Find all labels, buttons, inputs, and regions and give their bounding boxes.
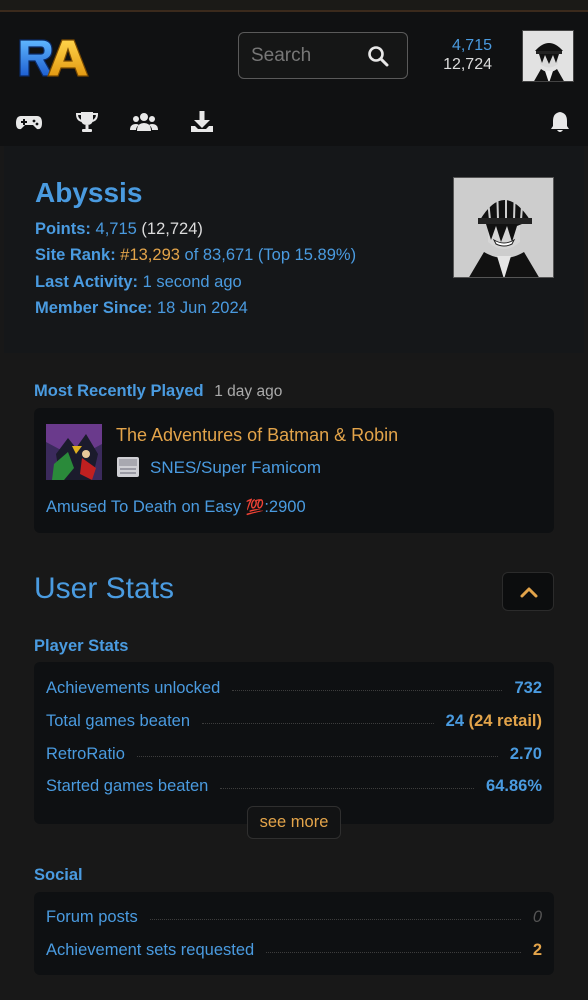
rank-detail: of 83,671 (Top 15.89%) [184, 246, 357, 264]
social-label: Social [34, 866, 83, 884]
stat-value: 64.86% [486, 776, 542, 795]
member-since-value: 18 Jun 2024 [156, 299, 248, 317]
search-icon[interactable] [367, 45, 389, 67]
stat-value: 2.70 [509, 744, 542, 763]
stat-row: Total games beaten 24 (24 retail) [46, 709, 542, 733]
rich-presence-text: Amused To Death on Easy [46, 498, 246, 516]
social-row: Forum posts 0 [46, 905, 542, 929]
users-icon[interactable] [130, 110, 158, 134]
member-since-label: Member Since: [35, 299, 153, 317]
social-stats-card: Forum posts 0 Achievement sets requested… [34, 892, 554, 975]
dotted-leader [149, 918, 521, 920]
activity-value: 1 second ago [142, 273, 242, 291]
stat-value: 24 (24 retail) [446, 712, 542, 731]
points-line: Points: 4,715 (12,724) [35, 220, 203, 239]
dotted-leader [266, 951, 521, 953]
hundred-points-icon: 💯 [245, 499, 265, 516]
site-header: 4,715 12,724 [0, 12, 588, 146]
recently-played-header: Most Recently Played 1 day ago [34, 382, 282, 401]
dotted-leader [136, 755, 498, 757]
rank-label: Site Rank: [35, 246, 116, 264]
recently-played-label: Most Recently Played [34, 382, 204, 400]
stat-value: 0 [532, 907, 542, 926]
user-stats-title: User Stats [34, 572, 175, 605]
dotted-leader [232, 689, 503, 691]
profile-panel: Abyssis Points: 4,715 (12,724) Site Rank… [4, 146, 584, 353]
download-icon[interactable] [188, 110, 216, 134]
stat-label: Achievement sets requested [46, 940, 255, 959]
dotted-leader [202, 722, 434, 724]
rich-presence-score: :2900 [264, 498, 306, 516]
stat-value: 732 [514, 678, 542, 697]
header-points: 4,715 [451, 37, 492, 54]
stat-label: Started games beaten [46, 776, 209, 795]
rank-value[interactable]: #13,293 [120, 246, 180, 264]
rich-presence: Amused To Death on Easy 💯:2900 [46, 498, 306, 517]
gamepad-icon[interactable] [15, 110, 43, 134]
user-avatar[interactable] [522, 30, 574, 82]
activity-line: Last Activity: 1 second ago [35, 273, 242, 292]
points-value: 4,715 [95, 220, 137, 238]
trophy-icon[interactable] [73, 110, 101, 134]
stat-label: Total games beaten [46, 711, 191, 730]
username[interactable]: Abyssis [35, 177, 142, 209]
stat-label: Forum posts [46, 907, 138, 926]
recent-game-card: The Adventures of Batman & Robin SNES/Su… [34, 408, 554, 533]
dotted-leader [220, 787, 475, 789]
social-row: Achievement sets requested 2 [46, 938, 542, 962]
chevron-up-icon [520, 587, 538, 598]
stat-label: RetroRatio [46, 744, 125, 763]
rank-line: Site Rank: #13,293 of 83,671 (Top 15.89%… [35, 246, 356, 265]
retro-points-value: (12,724) [141, 220, 203, 238]
points-label: Points: [35, 220, 91, 238]
stat-label: Achievements unlocked [46, 678, 221, 697]
game-title[interactable]: The Adventures of Batman & Robin [116, 425, 398, 446]
console-name[interactable]: SNES/Super Famicom [150, 458, 321, 478]
search-box[interactable] [238, 32, 408, 79]
stat-row: Achievements unlocked 732 [46, 676, 542, 700]
profile-avatar [453, 177, 554, 278]
member-since-line: Member Since: 18 Jun 2024 [35, 299, 248, 318]
collapse-stats-button[interactable] [502, 572, 554, 611]
stat-value-extra: (24 retail) [468, 711, 542, 730]
recently-played-time: 1 day ago [214, 383, 283, 400]
snes-console-icon [117, 457, 139, 477]
stat-value[interactable]: 2 [533, 941, 542, 960]
search-input[interactable] [251, 43, 361, 69]
stat-value-main: 24 [445, 711, 465, 730]
stat-row: Started games beaten 64.86% [46, 774, 542, 798]
header-retro-points: 12,724 [443, 56, 492, 73]
bell-icon[interactable] [546, 110, 574, 134]
player-stats-card: Achievements unlocked 732 Total games be… [34, 662, 554, 824]
retroachievements-logo[interactable] [18, 38, 90, 78]
player-stats-label: Player Stats [34, 637, 129, 655]
see-more-button[interactable]: see more [247, 806, 341, 839]
stat-row: RetroRatio 2.70 [46, 742, 542, 766]
game-thumbnail[interactable] [46, 424, 102, 480]
activity-label: Last Activity: [35, 273, 138, 291]
top-strip [0, 0, 588, 12]
